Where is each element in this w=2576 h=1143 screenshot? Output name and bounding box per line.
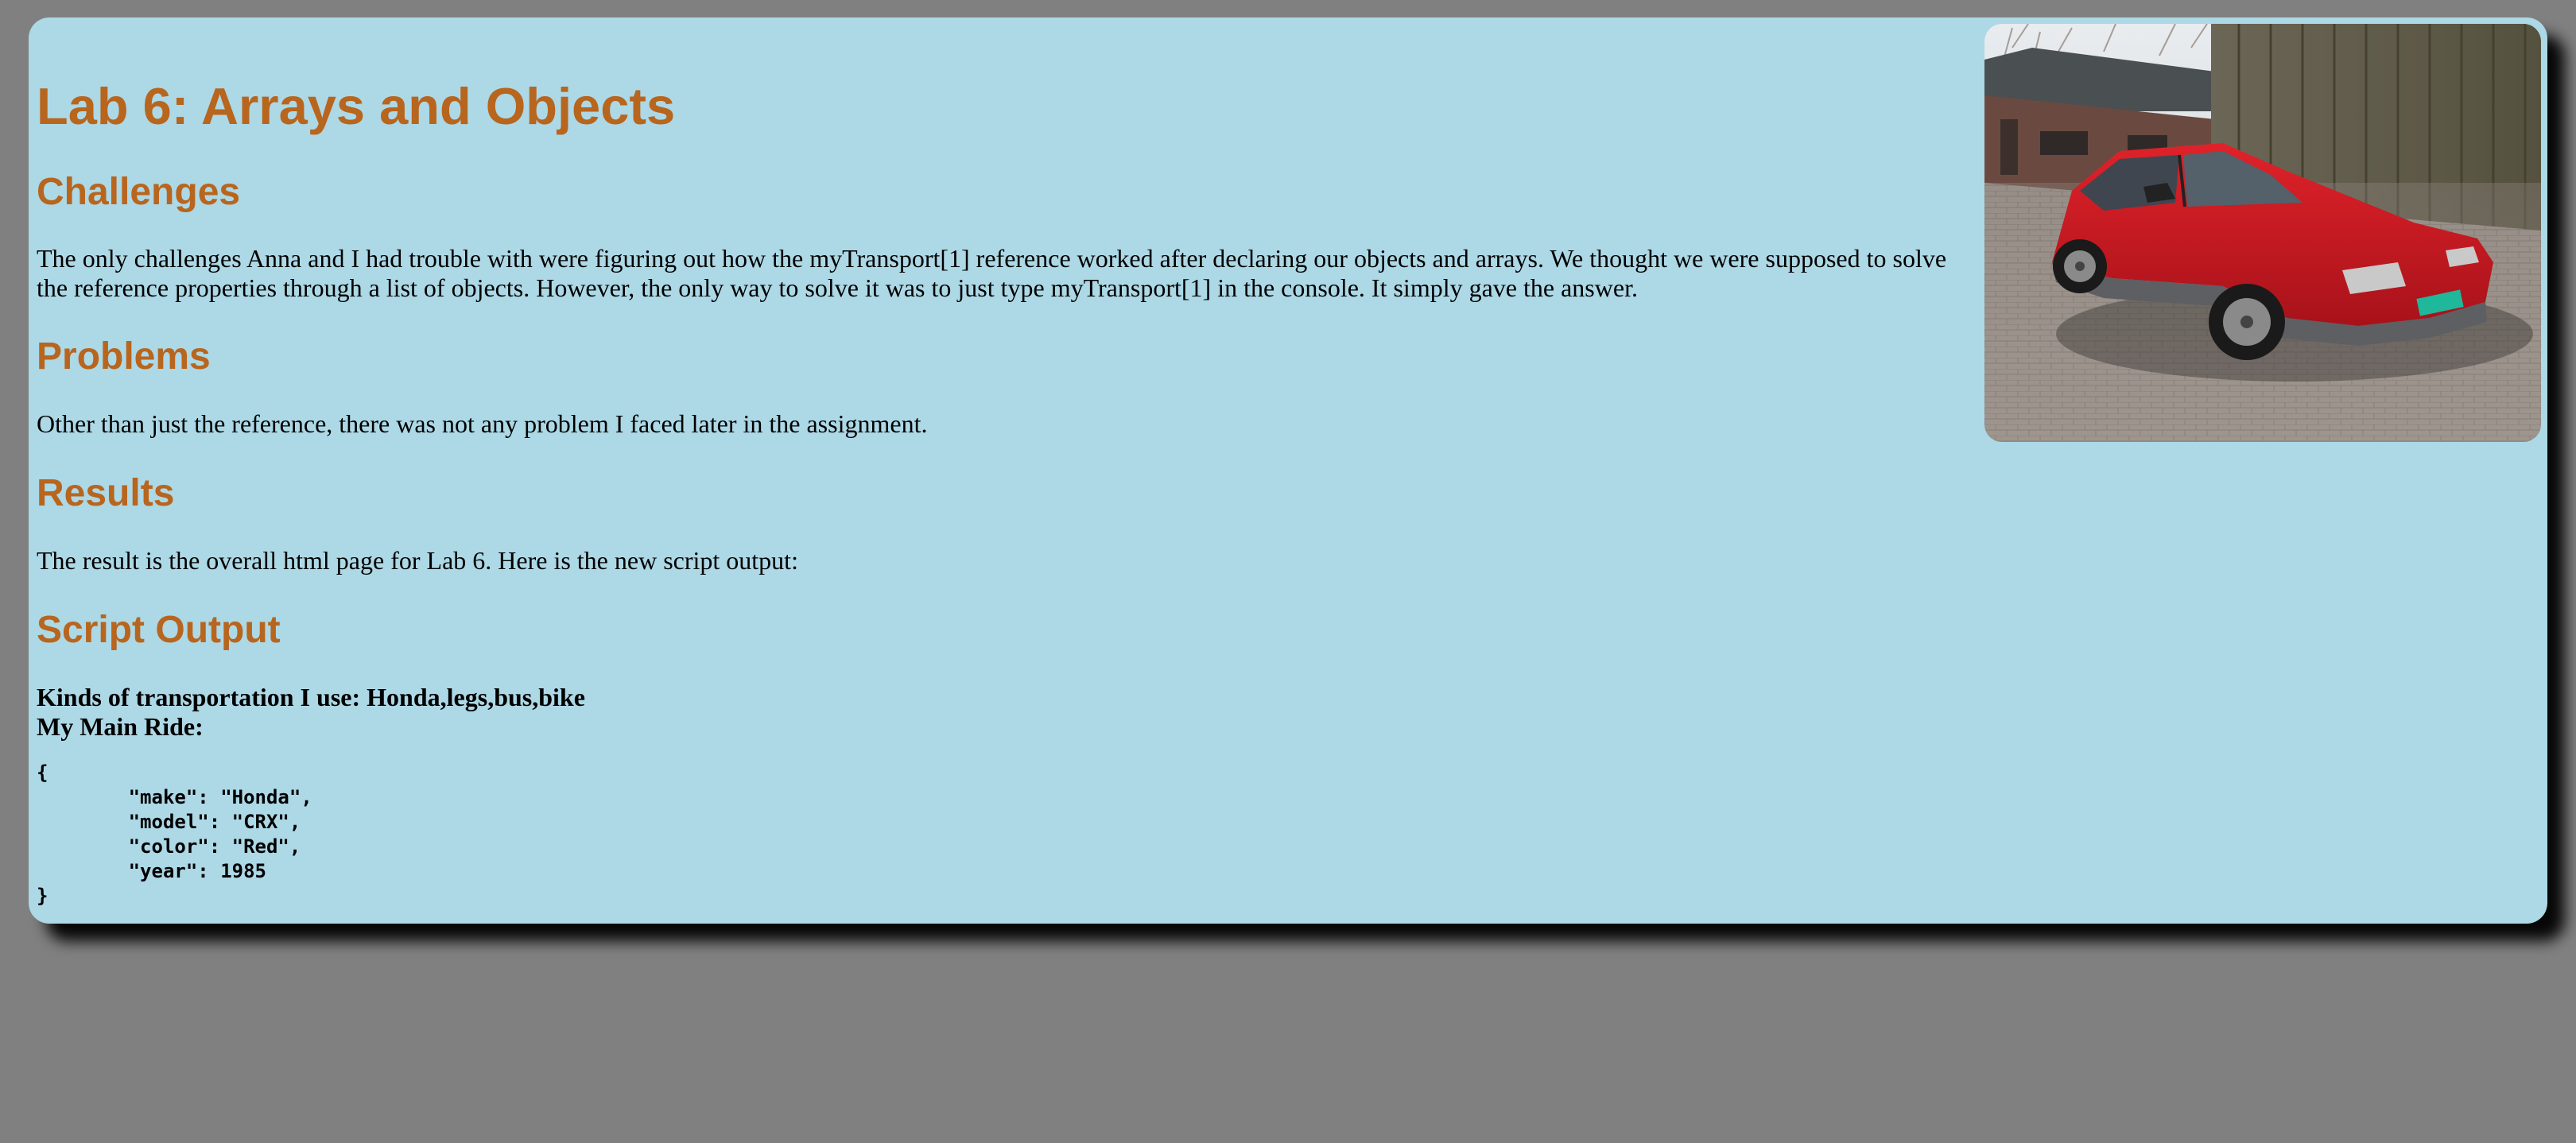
car-photo bbox=[1984, 24, 2541, 442]
problems-heading: Problems bbox=[37, 335, 211, 378]
main-ride-label: My Main Ride: bbox=[37, 712, 204, 741]
content-card: Lab 6: Arrays and Objects Challenges The… bbox=[29, 17, 2547, 924]
script-output-heading: Script Output bbox=[37, 609, 281, 651]
results-text: The result is the overall html page for … bbox=[37, 546, 798, 575]
transport-line: Kinds of transportation I use: Honda,leg… bbox=[37, 683, 585, 711]
json-output: { "make": "Honda", "model": "CRX", "colo… bbox=[37, 761, 312, 907]
page-title: Lab 6: Arrays and Objects bbox=[37, 77, 676, 135]
challenges-heading: Challenges bbox=[37, 171, 241, 213]
challenges-text: The only challenges Anna and I had troub… bbox=[37, 244, 1947, 302]
problems-text: Other than just the reference, there was… bbox=[37, 409, 928, 438]
results-heading: Results bbox=[37, 472, 175, 514]
page-body: { "page": { "title": "Lab 6: Arrays and … bbox=[0, 0, 2576, 1143]
honda-crx-image bbox=[1984, 24, 2541, 442]
